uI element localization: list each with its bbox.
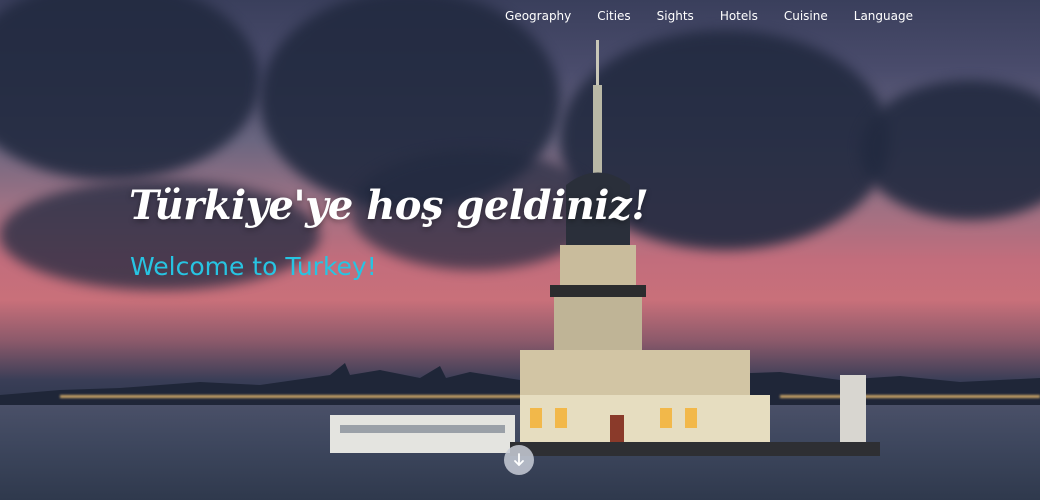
hero-headline: Türkiye'ye hoş geldiniz! <box>129 182 649 229</box>
nav-sights[interactable]: Sights <box>657 9 694 23</box>
hero-subheadline: Welcome to Turkey! <box>130 252 377 281</box>
hero-section: Geography Cities Sights Hotels Cuisine L… <box>0 0 1040 500</box>
nav-cities[interactable]: Cities <box>597 9 630 23</box>
nav-language[interactable]: Language <box>854 9 913 23</box>
nav-hotels[interactable]: Hotels <box>720 9 758 23</box>
nav-geography[interactable]: Geography <box>505 9 571 23</box>
nav-cuisine[interactable]: Cuisine <box>784 9 828 23</box>
scroll-down-button[interactable] <box>504 445 534 475</box>
maidens-tower <box>330 40 880 456</box>
main-nav: Geography Cities Sights Hotels Cuisine L… <box>505 9 913 23</box>
arrow-down-icon <box>514 453 524 466</box>
